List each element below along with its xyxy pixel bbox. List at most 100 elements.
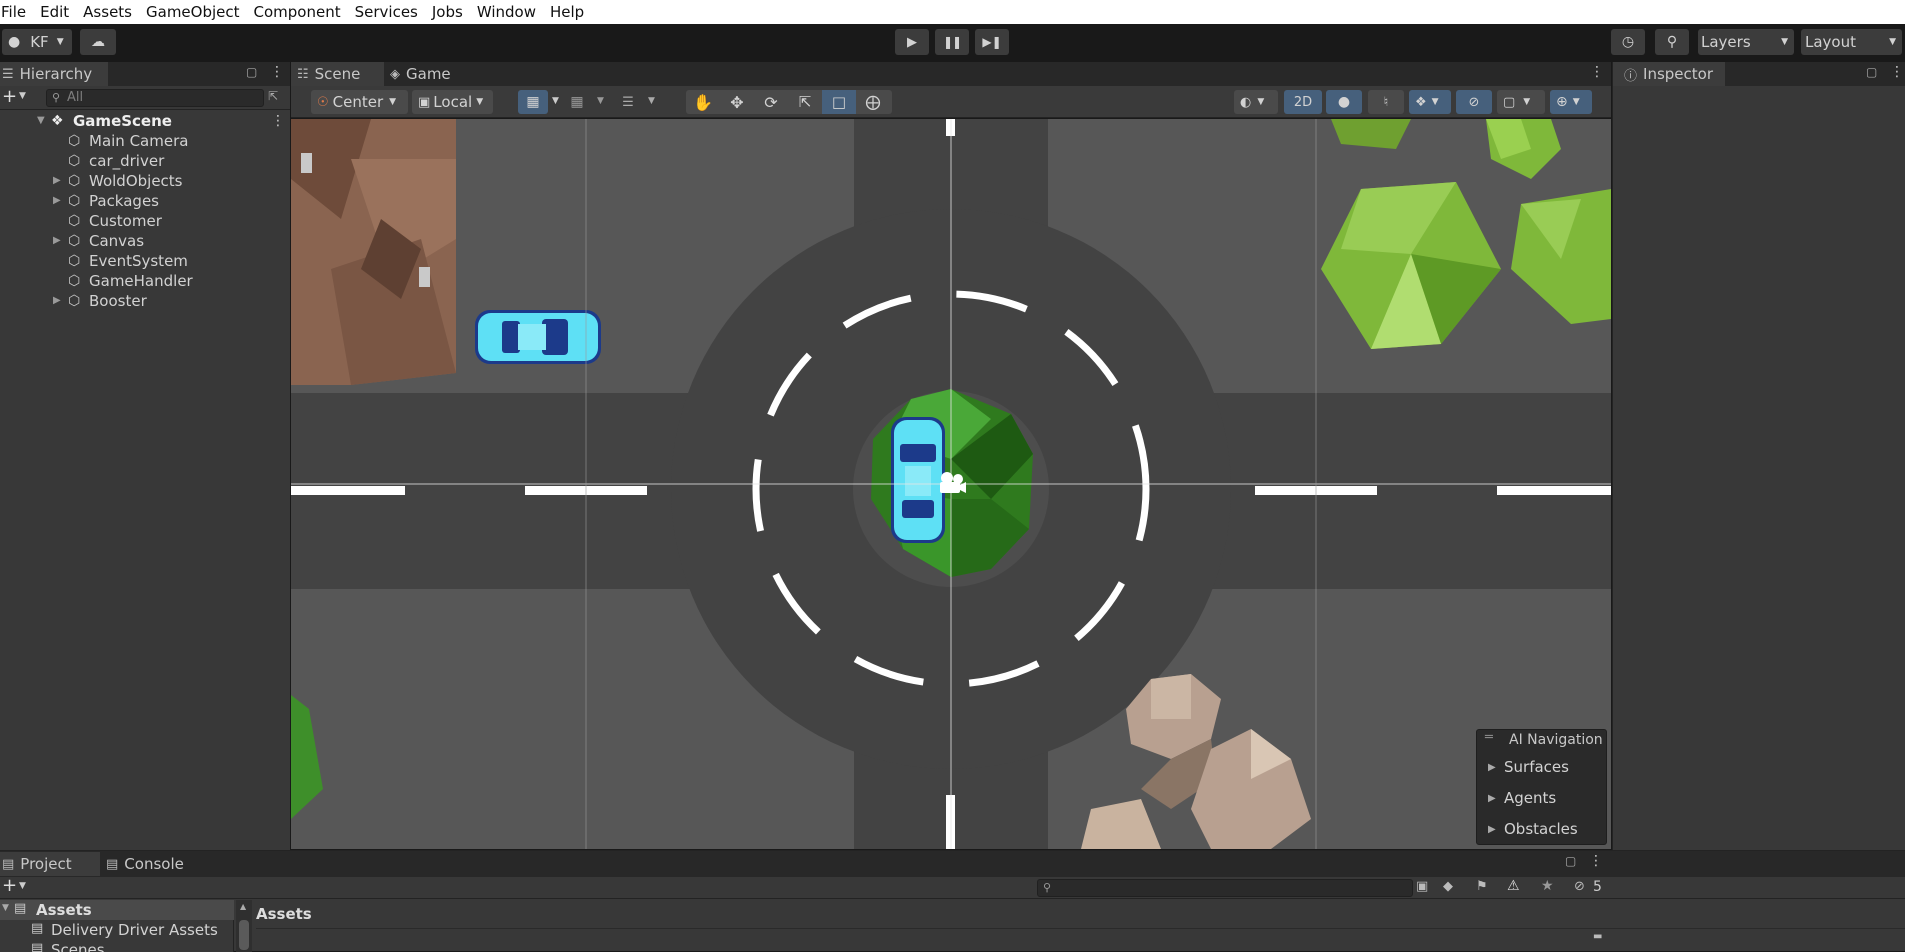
- expand-arrow-icon[interactable]: ▶: [53, 231, 61, 251]
- account-dropdown[interactable]: ● KF ▼: [2, 29, 72, 55]
- lock-icon[interactable]: ▢: [1565, 854, 1576, 868]
- ai-nav-obstacles[interactable]: ▶ Obstacles: [1477, 814, 1606, 845]
- scrollbar-thumb[interactable]: [239, 920, 249, 950]
- tree-item[interactable]: ▤ Delivery Driver Assets: [0, 920, 234, 940]
- breadcrumb[interactable]: Assets: [256, 905, 312, 923]
- lighting-button[interactable]: ●: [1326, 90, 1362, 114]
- hierarchy-item[interactable]: ⬡ car_driver: [0, 151, 290, 171]
- effects-dropdown[interactable]: ❖ ▼: [1409, 90, 1451, 114]
- chevron-down-icon[interactable]: ▼: [648, 96, 655, 106]
- more-menu-icon[interactable]: ⋮: [1590, 64, 1604, 80]
- pivot-dropdown[interactable]: ☉ Center ▼: [311, 90, 408, 114]
- menu-gameobject[interactable]: GameObject: [139, 0, 247, 24]
- hierarchy-item[interactable]: ▶ ⬡ Booster: [0, 291, 290, 311]
- rect-tool-icon[interactable]: □: [822, 90, 856, 114]
- history-button[interactable]: ◷: [1611, 29, 1645, 55]
- mode-2d-button[interactable]: 2D: [1284, 90, 1322, 114]
- expand-search-icon[interactable]: ⇱: [268, 89, 278, 103]
- more-menu-icon[interactable]: ⋮: [1589, 853, 1603, 869]
- tab-hierarchy[interactable]: ☰ Hierarchy: [0, 62, 108, 86]
- scene-row[interactable]: ▼ ❖ GameScene ⋮: [0, 111, 290, 131]
- hidden-objects-button[interactable]: ⊘: [1456, 90, 1492, 114]
- hierarchy-item[interactable]: ⬡ GameHandler: [0, 271, 290, 291]
- slider-icon[interactable]: ▬: [1593, 931, 1602, 942]
- add-icon[interactable]: +: [2, 86, 17, 107]
- hierarchy-item[interactable]: ▶ ⬡ Packages: [0, 191, 290, 211]
- tab-console[interactable]: ▤ Console: [100, 852, 194, 876]
- expand-arrow-icon[interactable]: ▶: [53, 191, 61, 211]
- warning-icon[interactable]: ⚠: [1507, 878, 1520, 894]
- expand-arrow-icon[interactable]: ▶: [1488, 783, 1496, 814]
- more-menu-icon[interactable]: ⋮: [270, 64, 284, 80]
- add-icon[interactable]: +: [2, 875, 17, 896]
- chevron-down-icon[interactable]: ▼: [19, 91, 26, 101]
- eye-slash-icon[interactable]: ⊘: [1574, 879, 1585, 894]
- tab-scene[interactable]: ☷ Scene: [291, 62, 384, 86]
- transform-tool-icon[interactable]: ⨁: [856, 93, 890, 111]
- lock-icon[interactable]: ▢: [1866, 65, 1877, 79]
- gizmos-dropdown[interactable]: ⊕ ▼: [1550, 90, 1592, 114]
- tree-item-assets[interactable]: ▼ ▤ Assets: [0, 900, 234, 920]
- ai-nav-surfaces[interactable]: ▶ Surfaces: [1477, 752, 1606, 783]
- label-icon[interactable]: ⚑: [1476, 879, 1488, 894]
- audio-button[interactable]: ♮: [1368, 90, 1404, 114]
- scene-view[interactable]: [291, 119, 1611, 849]
- pause-button[interactable]: ❚❚: [935, 29, 969, 55]
- snap-increment-button[interactable]: ▦: [562, 90, 592, 114]
- menu-file[interactable]: File: [0, 0, 33, 24]
- expand-arrow-icon[interactable]: ▶: [53, 171, 61, 191]
- drag-handle-icon[interactable]: ═: [1485, 730, 1493, 745]
- tab-project[interactable]: ▤ Project: [0, 852, 100, 876]
- move-tool-icon[interactable]: ✥: [720, 93, 754, 112]
- expand-arrow-icon[interactable]: ▶: [1488, 752, 1496, 783]
- play-button[interactable]: ▶: [895, 29, 929, 55]
- chevron-down-icon[interactable]: ▼: [552, 96, 559, 106]
- menu-window[interactable]: Window: [470, 0, 543, 24]
- chevron-down-icon[interactable]: ▼: [597, 96, 604, 106]
- grid-snap-button[interactable]: ▦: [518, 90, 548, 114]
- layers-dropdown[interactable]: Layers ▼: [1698, 29, 1794, 55]
- chevron-down-icon: ▼: [1257, 97, 1265, 107]
- tab-inspector[interactable]: ⓘ Inspector: [1613, 62, 1725, 86]
- hand-tool-icon[interactable]: ✋: [686, 93, 720, 112]
- hierarchy-item[interactable]: ⬡ Main Camera: [0, 131, 290, 151]
- project-search-input[interactable]: ⚲: [1037, 879, 1413, 897]
- expand-arrow-icon[interactable]: ▼: [2, 903, 9, 913]
- expand-arrow-icon[interactable]: ▶: [53, 291, 61, 311]
- search-by-type-icon[interactable]: ▣: [1416, 879, 1428, 894]
- step-button[interactable]: ▶❚: [975, 29, 1009, 55]
- scroll-up-icon[interactable]: ▲: [240, 902, 246, 911]
- menu-assets[interactable]: Assets: [76, 0, 139, 24]
- hierarchy-search-input[interactable]: ⚲ All: [46, 89, 264, 107]
- camera-dropdown[interactable]: ▢ ▼: [1497, 90, 1545, 114]
- ai-nav-agents[interactable]: ▶ Agents: [1477, 783, 1606, 814]
- space-dropdown[interactable]: ▣ Local ▼: [412, 90, 493, 114]
- menu-edit[interactable]: Edit: [33, 0, 76, 24]
- menu-help[interactable]: Help: [543, 0, 591, 24]
- expand-arrow-icon[interactable]: ▼: [37, 111, 45, 131]
- tab-game[interactable]: ◈ Game: [384, 62, 461, 86]
- lock-icon[interactable]: ▢: [246, 65, 257, 79]
- tree-scrollbar[interactable]: ▲: [236, 900, 252, 952]
- tree-item[interactable]: ▤ Scenes: [0, 940, 234, 952]
- search-button[interactable]: ⚲: [1655, 29, 1689, 55]
- rotate-tool-icon[interactable]: ⟳: [754, 93, 788, 112]
- menu-services[interactable]: Services: [348, 0, 425, 24]
- shading-mode-dropdown[interactable]: ◐ ▼: [1234, 90, 1278, 114]
- chevron-down-icon[interactable]: ▼: [19, 881, 26, 891]
- more-menu-icon[interactable]: ⋮: [271, 111, 285, 131]
- cloud-button[interactable]: ☁: [80, 29, 116, 55]
- layout-dropdown[interactable]: Layout ▼: [1801, 29, 1902, 55]
- scale-tool-icon[interactable]: ⇱: [788, 93, 822, 111]
- hierarchy-item[interactable]: ⬡ EventSystem: [0, 251, 290, 271]
- more-menu-icon[interactable]: ⋮: [1890, 64, 1904, 80]
- hierarchy-item[interactable]: ▶ ⬡ WoldObjects: [0, 171, 290, 191]
- menu-component[interactable]: Component: [247, 0, 348, 24]
- increment-snap-button[interactable]: ☰: [613, 90, 643, 114]
- hierarchy-item[interactable]: ⬡ Customer: [0, 211, 290, 231]
- filter-type-icon[interactable]: ◆: [1443, 879, 1453, 894]
- hierarchy-item[interactable]: ▶ ⬡ Canvas: [0, 231, 290, 251]
- expand-arrow-icon[interactable]: ▶: [1488, 814, 1496, 845]
- menu-jobs[interactable]: Jobs: [425, 0, 470, 24]
- star-icon[interactable]: ★: [1541, 878, 1554, 894]
